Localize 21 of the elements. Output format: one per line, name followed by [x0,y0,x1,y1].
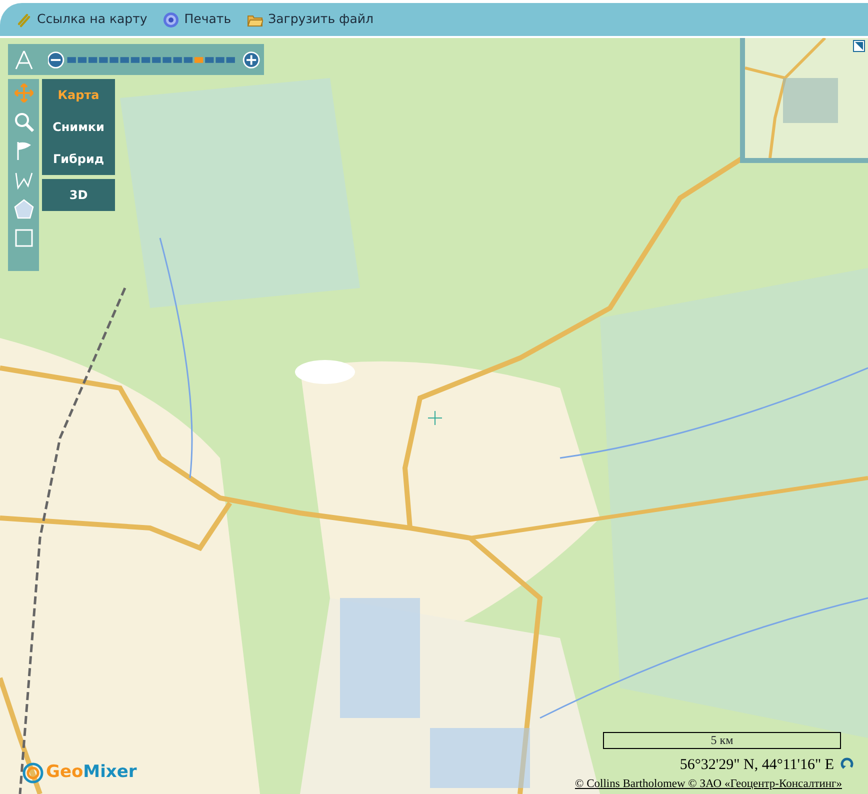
zoom-slider[interactable] [48,50,260,70]
map-type-tab[interactable]: Снимки [42,111,115,143]
rectangle-icon[interactable] [12,227,34,249]
zoom-in-icon[interactable] [242,51,260,68]
copyright-link[interactable]: © Collins Bartholomew © ЗАО «Геоцентр-Консалтинг» [574,776,842,794]
map-type-tab[interactable]: Гибрид [42,143,115,175]
polygon-icon[interactable] [12,198,34,220]
zoom-thumb[interactable] [194,56,204,62]
search-icon[interactable] [12,111,34,133]
toolbar-upload-button[interactable]: Загрузить файл [247,10,374,29]
collapse-icon[interactable] [853,40,865,52]
toolbar-print-button[interactable]: Печать [163,10,232,29]
map-type-tab[interactable]: 3D [42,179,115,211]
scale-bar: 5 км [603,732,841,749]
toolbar-link-button[interactable]: Ссылка на карту [16,10,148,29]
logo-text: GeoMixer [46,761,137,784]
zoom-track[interactable] [67,56,235,62]
zoom-out-icon[interactable] [48,51,64,68]
coordinates-text: 56°32'29" N, 44°11'16" E [680,756,834,775]
target-icon [163,12,180,28]
refresh-icon[interactable] [840,757,854,771]
